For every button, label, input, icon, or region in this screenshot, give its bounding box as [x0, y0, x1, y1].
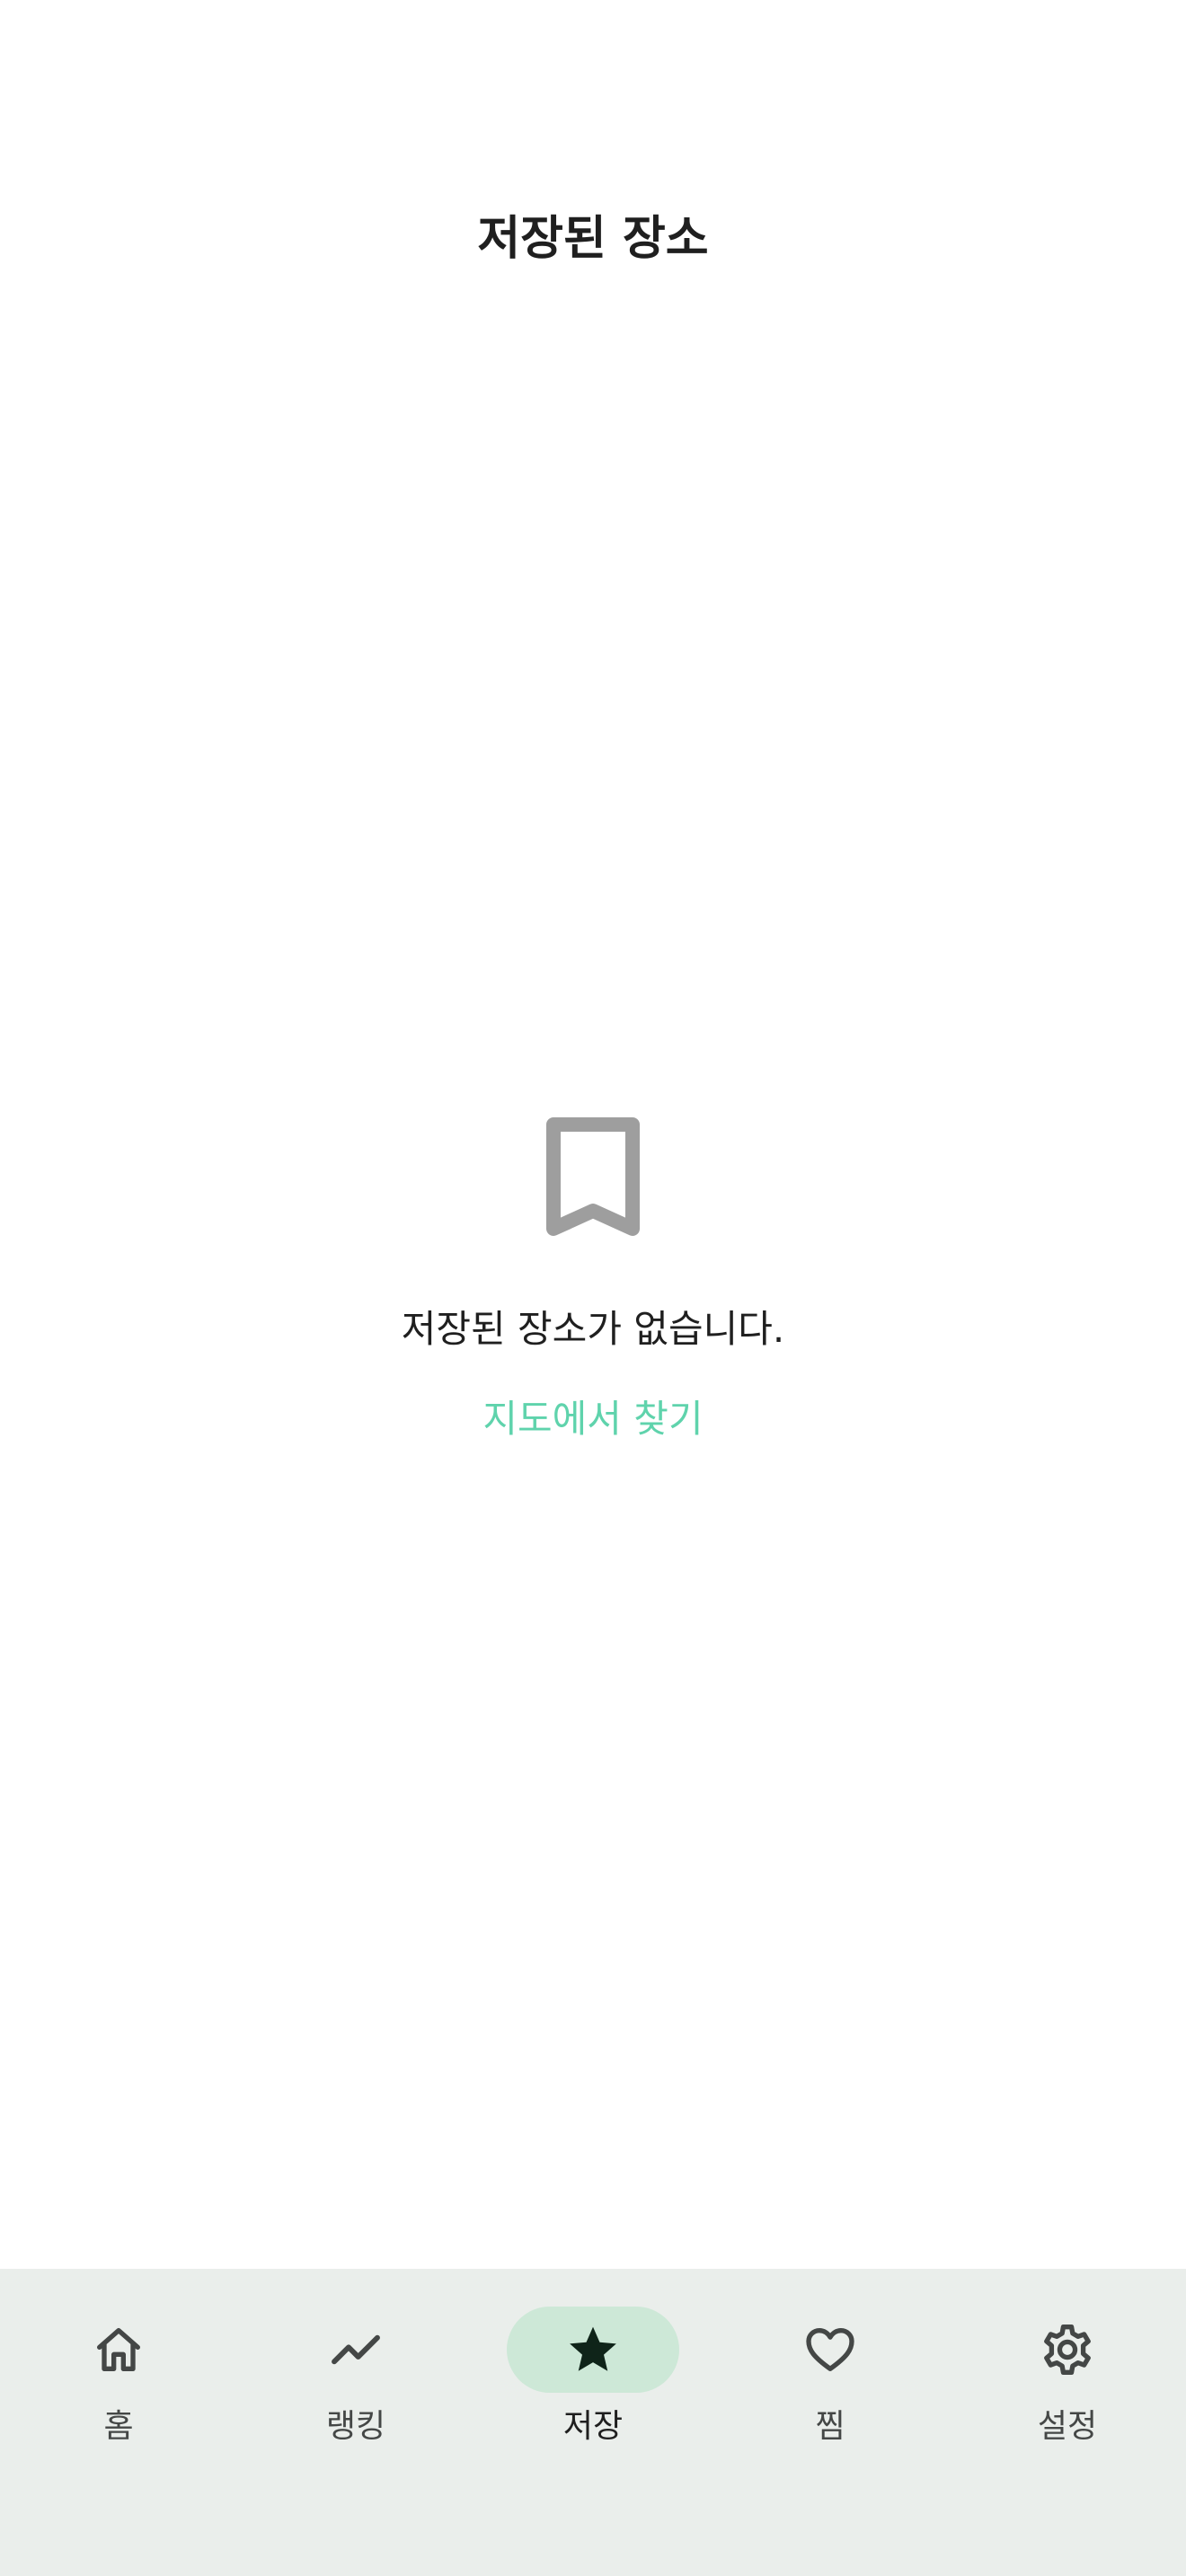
nav-item-home[interactable]: 홈	[0, 2307, 237, 2576]
home-icon	[97, 2328, 140, 2371]
bottom-navigation: 홈 랭킹 저장 찜 설정	[0, 2269, 1186, 2576]
nav-label-settings: 설정	[1037, 2408, 1098, 2445]
empty-state: 저장된 장소가 없습니다. 지도에서 찾기	[0, 1114, 1186, 1446]
nav-label-saved: 저장	[562, 2408, 624, 2445]
nav-item-saved[interactable]: 저장	[474, 2307, 712, 2576]
trending-icon	[332, 2334, 380, 2365]
nav-item-wishlist[interactable]: 찜	[712, 2307, 949, 2576]
page-title: 저장된 장소	[477, 212, 709, 266]
nav-icon-container-active	[507, 2307, 679, 2393]
nav-label-ranking: 랭킹	[325, 2408, 386, 2445]
star-icon	[570, 2326, 616, 2371]
nav-item-settings[interactable]: 설정	[949, 2307, 1186, 2576]
nav-icon-container	[981, 2307, 1154, 2393]
heart-icon	[806, 2328, 854, 2371]
nav-label-home: 홈	[103, 2408, 134, 2445]
nav-icon-container	[32, 2307, 205, 2393]
nav-label-wishlist: 찜	[815, 2408, 845, 2445]
empty-message: 저장된 장소가 없습니다.	[401, 1307, 785, 1351]
bookmark-icon	[546, 1117, 640, 1236]
saved-places-screen: 저장된 장소 저장된 장소가 없습니다. 지도에서 찾기 홈 랭킹 저장 찜 설…	[0, 0, 1186, 2576]
nav-item-ranking[interactable]: 랭킹	[237, 2307, 474, 2576]
nav-icon-container	[270, 2307, 442, 2393]
gear-icon	[1044, 2325, 1091, 2375]
nav-icon-container	[744, 2307, 916, 2393]
find-on-map-link[interactable]: 지도에서 찾기	[482, 1392, 703, 1446]
